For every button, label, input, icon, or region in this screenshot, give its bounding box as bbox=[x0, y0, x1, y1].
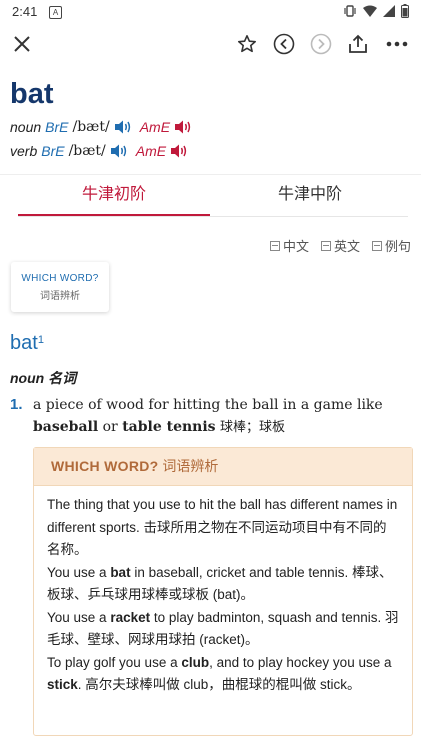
ipa-text: /bæt/ bbox=[68, 143, 106, 159]
speaker-icon[interactable] bbox=[114, 119, 132, 135]
headword-title: bat bbox=[10, 78, 54, 110]
option-english[interactable]: 英文 bbox=[320, 236, 360, 255]
ame-label: AmE bbox=[135, 143, 167, 159]
bre-label: BrE bbox=[41, 143, 65, 159]
option-label: 中文 bbox=[282, 239, 309, 254]
speaker-icon[interactable] bbox=[170, 143, 188, 159]
entry-headword: bat1 bbox=[10, 332, 44, 355]
entry-word: bat bbox=[10, 332, 38, 354]
sense-definition: a piece of wood for hitting the ball in … bbox=[33, 394, 413, 439]
dictionary-tabs: 牛津初阶 牛津中阶 bbox=[18, 182, 408, 217]
favorite-button[interactable] bbox=[233, 30, 261, 58]
close-icon bbox=[14, 36, 30, 52]
signal-icon bbox=[383, 5, 395, 17]
collapse-icon bbox=[320, 240, 331, 251]
which-word-paragraph: The thing that you use to hit the ball h… bbox=[47, 497, 398, 557]
share-icon bbox=[349, 34, 367, 53]
speaker-icon[interactable] bbox=[174, 119, 192, 135]
app-notification-icon: A bbox=[49, 6, 62, 19]
close-button[interactable] bbox=[8, 30, 36, 58]
previous-entry-button[interactable] bbox=[270, 30, 298, 58]
which-word-header: WHICH WORD? 词语辨析 bbox=[34, 448, 412, 486]
keyword: stick bbox=[47, 677, 78, 692]
which-word-paragraph: You use a racket to play badminton, squa… bbox=[47, 607, 400, 652]
star-icon bbox=[238, 35, 256, 53]
text: . 高尔夫球棒叫做 club，曲棍球的棍叫做 stick。 bbox=[77, 677, 361, 692]
collapse-icon bbox=[269, 240, 280, 251]
status-icons bbox=[343, 4, 409, 18]
pronunciation-row-verb: verb BrE /bæt/ AmE bbox=[10, 141, 188, 161]
next-entry-button[interactable] bbox=[307, 30, 335, 58]
collapse-icon bbox=[371, 240, 382, 251]
battery-icon bbox=[401, 4, 409, 18]
keyword: racket bbox=[110, 609, 151, 625]
which-word-title-zh: 词语辨析 bbox=[162, 458, 219, 474]
sense-number: 1. bbox=[10, 396, 23, 413]
forward-circle-icon bbox=[310, 33, 332, 55]
header-divider bbox=[0, 174, 421, 175]
wifi-icon bbox=[363, 5, 377, 17]
keyword: baseball bbox=[33, 419, 99, 435]
definition-text: or bbox=[102, 419, 118, 435]
which-word-card-title: WHICH WORD? bbox=[21, 273, 99, 284]
ame-label: AmE bbox=[139, 119, 171, 135]
ipa-text: /bæt/ bbox=[72, 119, 110, 135]
pronunciation-row-noun: noun BrE /bæt/ AmE bbox=[10, 117, 192, 137]
part-of-speech: verb bbox=[10, 143, 38, 159]
which-word-box: WHICH WORD? 词语辨析 The thing that you use … bbox=[33, 447, 413, 736]
keyword: bat bbox=[110, 564, 131, 580]
bre-label: BrE bbox=[45, 119, 69, 135]
text: , and to play hockey you use a bbox=[209, 654, 392, 670]
more-icon bbox=[386, 41, 408, 47]
keyword: table tennis bbox=[122, 419, 216, 435]
more-options-button[interactable] bbox=[383, 30, 411, 58]
which-word-paragraph: You use a bat in baseball, cricket and t… bbox=[47, 562, 400, 607]
homograph-number: 1 bbox=[37, 334, 44, 346]
text: You use a bbox=[47, 609, 111, 625]
part-of-speech: noun bbox=[10, 119, 42, 135]
status-time: 2:41 bbox=[12, 4, 38, 19]
option-examples[interactable]: 例句 bbox=[371, 236, 411, 255]
text: You use a bbox=[47, 564, 111, 580]
keyword: club bbox=[181, 654, 210, 670]
entry-part-of-speech: noun 名词 bbox=[10, 370, 77, 386]
share-button[interactable] bbox=[344, 30, 372, 58]
which-word-paragraph: To play golf you use a club, and to play… bbox=[47, 652, 400, 697]
which-word-link-card[interactable]: WHICH WORD? 词语辨析 bbox=[11, 262, 109, 312]
definition-text: a piece of wood for hitting the ball in … bbox=[33, 397, 383, 413]
status-bar: 2:41 A bbox=[0, 0, 421, 24]
back-circle-icon bbox=[273, 33, 295, 55]
tab-oxford-beginner[interactable]: 牛津初阶 bbox=[18, 182, 210, 216]
definition-translation: 球棒；球板 bbox=[220, 420, 286, 435]
speaker-icon[interactable] bbox=[110, 143, 128, 159]
vibrate-icon bbox=[344, 5, 356, 17]
option-label: 英文 bbox=[333, 239, 360, 254]
which-word-title: WHICH WORD? bbox=[51, 458, 159, 474]
text: To play golf you use a bbox=[47, 654, 182, 670]
which-word-card-subtitle: 词语辨析 bbox=[40, 291, 80, 302]
which-word-body: The thing that you use to hit the ball h… bbox=[34, 486, 412, 697]
option-label: 例句 bbox=[384, 239, 411, 254]
top-toolbar bbox=[0, 24, 421, 64]
tab-oxford-intermediate[interactable]: 牛津中阶 bbox=[214, 182, 406, 214]
display-options: 中文 英文 例句 bbox=[269, 236, 411, 255]
option-chinese[interactable]: 中文 bbox=[269, 236, 309, 255]
